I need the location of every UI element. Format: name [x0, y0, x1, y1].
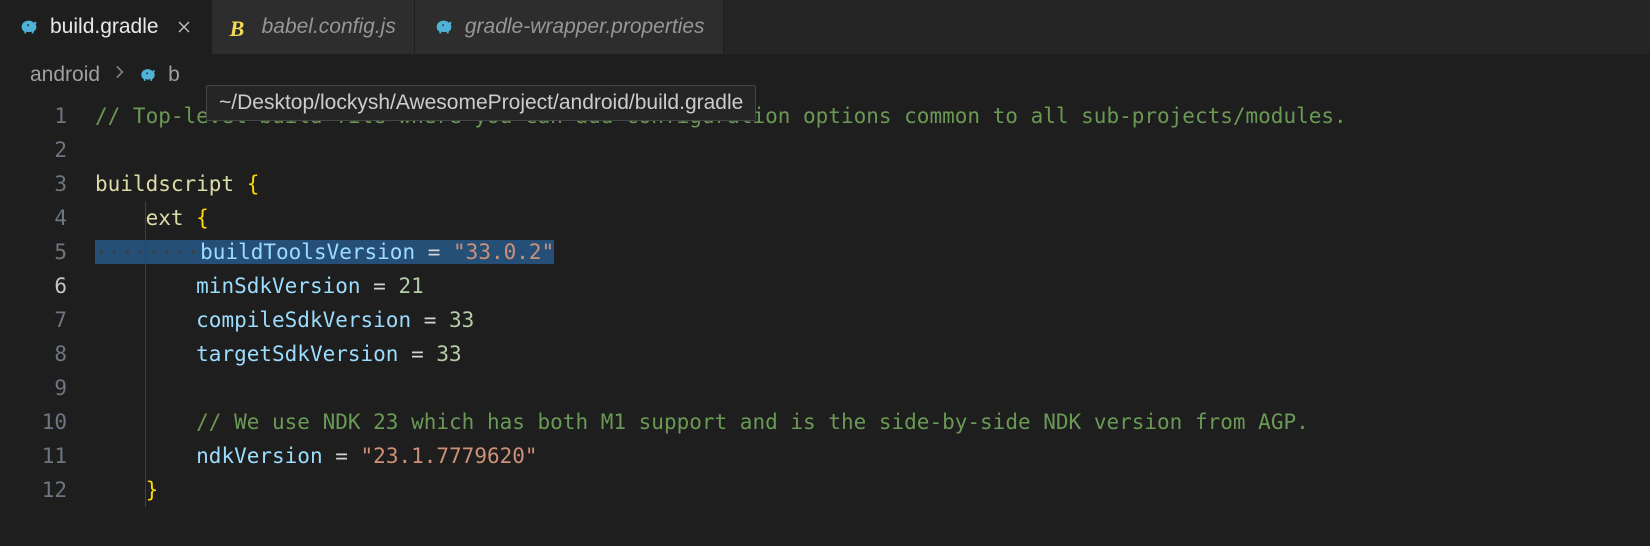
line-number: 5 [0, 235, 67, 269]
path-tooltip: ~/Desktop/lockysh/AwesomeProject/android… [206, 85, 756, 121]
line-number: 3 [0, 167, 67, 201]
breadcrumb-part: android [30, 63, 100, 87]
code-editor[interactable]: 123456789101112 // Top-level build file … [0, 95, 1650, 507]
code-line[interactable] [95, 371, 1650, 405]
code-line[interactable]: minSdkVersion = 21 [95, 269, 1650, 303]
chevron-right-icon [110, 63, 128, 87]
tab-label: gradle-wrapper.properties [465, 15, 705, 39]
tab-gradle-wrapper[interactable]: gradle-wrapper.properties [415, 0, 724, 54]
elephant-icon [18, 16, 40, 38]
babel-icon: B [230, 16, 252, 38]
tab-build-gradle[interactable]: build.gradle [0, 0, 212, 54]
line-number: 7 [0, 303, 67, 337]
code-line[interactable]: ext { [95, 201, 1650, 235]
code-area[interactable]: // Top-level build file where you can ad… [95, 99, 1650, 507]
code-line[interactable]: } [95, 473, 1650, 507]
code-line[interactable]: // We use NDK 23 which has both M1 suppo… [95, 405, 1650, 439]
breadcrumb-part: b [168, 63, 180, 87]
line-number: 11 [0, 439, 67, 473]
elephant-icon [433, 16, 455, 38]
line-number: 4 [0, 201, 67, 235]
line-number: 1 [0, 99, 67, 133]
close-icon[interactable] [175, 18, 193, 36]
line-number: 9 [0, 371, 67, 405]
tabs-container: build.gradle B babel.config.js gradle-wr… [0, 0, 1650, 55]
elephant-icon [138, 65, 158, 85]
tab-label: build.gradle [50, 15, 159, 39]
code-line[interactable]: ndkVersion = "23.1.7779620" [95, 439, 1650, 473]
code-line[interactable] [95, 133, 1650, 167]
tab-babel-config[interactable]: B babel.config.js [212, 0, 415, 54]
code-line[interactable]: compileSdkVersion = 33 [95, 303, 1650, 337]
code-line[interactable]: buildscript { [95, 167, 1650, 201]
tab-label: babel.config.js [262, 15, 396, 39]
code-line[interactable]: ········buildToolsVersion = "33.0.2" [95, 235, 1650, 269]
code-line[interactable]: targetSdkVersion = 33 [95, 337, 1650, 371]
line-gutter: 123456789101112 [0, 99, 95, 507]
line-number: 8 [0, 337, 67, 371]
line-number: 12 [0, 473, 67, 507]
line-number: 2 [0, 133, 67, 167]
line-number: 6 [0, 269, 67, 303]
line-number: 10 [0, 405, 67, 439]
